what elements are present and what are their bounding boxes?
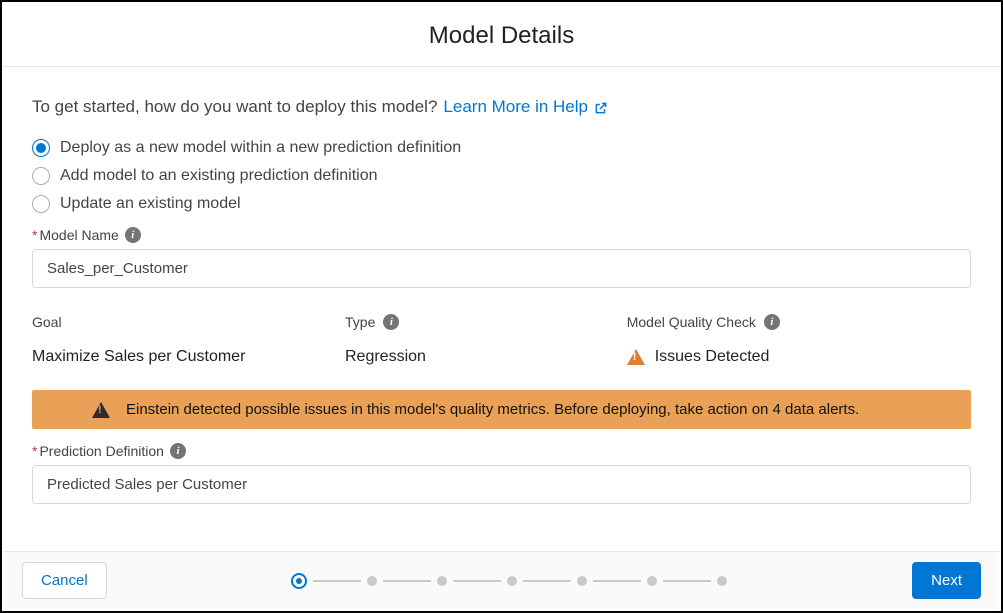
goal-value: Maximize Sales per Customer	[32, 348, 345, 366]
radio-icon	[32, 195, 50, 213]
cancel-button[interactable]: Cancel	[22, 562, 107, 599]
info-icon[interactable]: i	[125, 227, 141, 243]
step-connector	[663, 580, 711, 582]
prediction-definition-label: *Prediction Definition i	[32, 443, 971, 459]
step-1[interactable]	[291, 573, 307, 589]
learn-more-text: Learn More in Help	[443, 97, 588, 117]
step-5[interactable]	[577, 576, 587, 586]
goal-label: Goal	[32, 314, 345, 330]
deploy-option-label: Update an existing model	[60, 195, 241, 213]
type-column: Type i Regression	[345, 314, 627, 366]
warning-icon	[627, 349, 645, 365]
step-connector	[383, 580, 431, 582]
step-connector	[453, 580, 501, 582]
goal-column: Goal Maximize Sales per Customer	[32, 314, 345, 366]
prediction-definition-input[interactable]	[32, 465, 971, 504]
intro-text: To get started, how do you want to deplo…	[32, 97, 437, 117]
dialog-header: Model Details	[2, 2, 1001, 67]
alert-message: Einstein detected possible issues in thi…	[126, 401, 859, 418]
step-4[interactable]	[507, 576, 517, 586]
required-marker: *	[32, 443, 37, 459]
deploy-option-update[interactable]: Update an existing model	[32, 195, 971, 213]
dialog-footer: Cancel Next	[4, 551, 999, 609]
quality-label: Model Quality Check i	[627, 314, 971, 330]
external-link-icon	[594, 100, 608, 114]
progress-stepper	[291, 573, 727, 589]
quality-alert-banner: Einstein detected possible issues in thi…	[32, 390, 971, 429]
step-connector	[313, 580, 361, 582]
model-info-row: Goal Maximize Sales per Customer Type i …	[32, 314, 971, 366]
info-icon[interactable]: i	[170, 443, 186, 459]
info-icon[interactable]: i	[383, 314, 399, 330]
deploy-option-group: Deploy as a new model within a new predi…	[32, 139, 971, 213]
step-connector	[523, 580, 571, 582]
step-3[interactable]	[437, 576, 447, 586]
model-name-label: *Model Name i	[32, 227, 971, 243]
info-icon[interactable]: i	[764, 314, 780, 330]
step-6[interactable]	[647, 576, 657, 586]
model-name-input[interactable]	[32, 249, 971, 288]
next-button[interactable]: Next	[912, 562, 981, 599]
deploy-option-label: Deploy as a new model within a new predi…	[60, 139, 461, 157]
page-title: Model Details	[2, 22, 1001, 50]
learn-more-link[interactable]: Learn More in Help	[443, 97, 608, 117]
quality-column: Model Quality Check i Issues Detected	[627, 314, 971, 366]
prediction-definition-section: *Prediction Definition i	[32, 443, 971, 504]
type-value: Regression	[345, 348, 627, 366]
quality-value: Issues Detected	[627, 348, 971, 366]
step-connector	[593, 580, 641, 582]
deploy-option-label: Add model to an existing prediction defi…	[60, 167, 378, 185]
radio-icon	[32, 167, 50, 185]
deploy-option-new[interactable]: Deploy as a new model within a new predi…	[32, 139, 971, 157]
warning-icon	[92, 402, 110, 418]
dialog-content: To get started, how do you want to deplo…	[2, 67, 1001, 504]
intro-line: To get started, how do you want to deplo…	[32, 97, 971, 117]
type-label: Type i	[345, 314, 627, 330]
step-2[interactable]	[367, 576, 377, 586]
radio-icon	[32, 139, 50, 157]
deploy-option-existing-def[interactable]: Add model to an existing prediction defi…	[32, 167, 971, 185]
required-marker: *	[32, 227, 37, 243]
step-7[interactable]	[717, 576, 727, 586]
